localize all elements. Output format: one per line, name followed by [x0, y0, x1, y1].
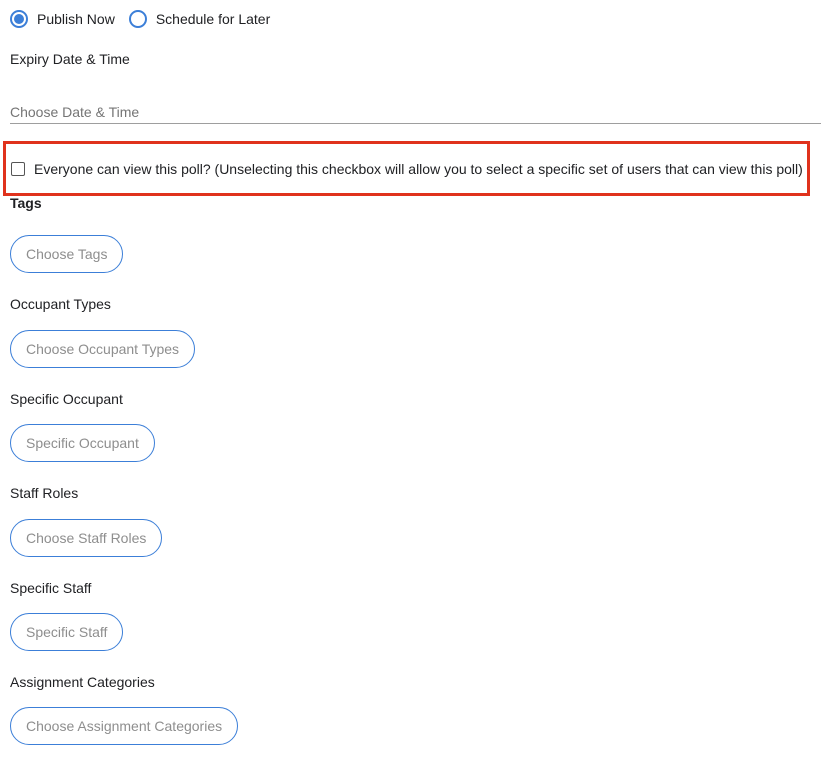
schedule-later-option[interactable]: Schedule for Later	[128, 10, 270, 28]
expiry-date-label: Expiry Date & Time	[10, 51, 130, 67]
radio-selected-dot	[14, 14, 24, 24]
schedule-later-radio[interactable]	[128, 10, 147, 28]
choose-assignment-categories-button[interactable]: Choose Assignment Categories	[10, 707, 239, 745]
specific-occupant-label: Specific Occupant	[10, 391, 123, 407]
specific-staff-button[interactable]: Specific Staff	[10, 613, 124, 651]
publish-now-label[interactable]: Publish Now	[37, 11, 115, 27]
specific-staff-label: Specific Staff	[10, 580, 92, 596]
publish-now-radio[interactable]	[10, 10, 28, 28]
poll-settings-form: Publish Now Schedule for Later Expiry Da…	[0, 0, 822, 776]
schedule-later-label[interactable]: Schedule for Later	[156, 11, 270, 27]
tags-label: Tags	[10, 195, 42, 211]
everyone-can-view-checkbox[interactable]	[11, 162, 25, 176]
occupant-types-label: Occupant Types	[10, 296, 111, 312]
staff-roles-label: Staff Roles	[10, 485, 79, 501]
everyone-can-view-label[interactable]: Everyone can view this poll? (Unselectin…	[34, 161, 803, 177]
assignment-categories-label: Assignment Categories	[10, 674, 155, 690]
publish-radio-group: Publish Now Schedule for Later	[10, 10, 270, 28]
choose-occupant-types-button[interactable]: Choose Occupant Types	[10, 330, 196, 368]
specific-occupant-button[interactable]: Specific Occupant	[10, 424, 155, 462]
choose-staff-roles-button[interactable]: Choose Staff Roles	[10, 519, 163, 557]
everyone-can-view-row[interactable]: Everyone can view this poll? (Unselectin…	[11, 161, 803, 177]
choose-tags-button[interactable]: Choose Tags	[10, 235, 124, 273]
publish-now-option[interactable]: Publish Now	[10, 10, 115, 28]
expiry-date-input[interactable]	[10, 100, 821, 124]
